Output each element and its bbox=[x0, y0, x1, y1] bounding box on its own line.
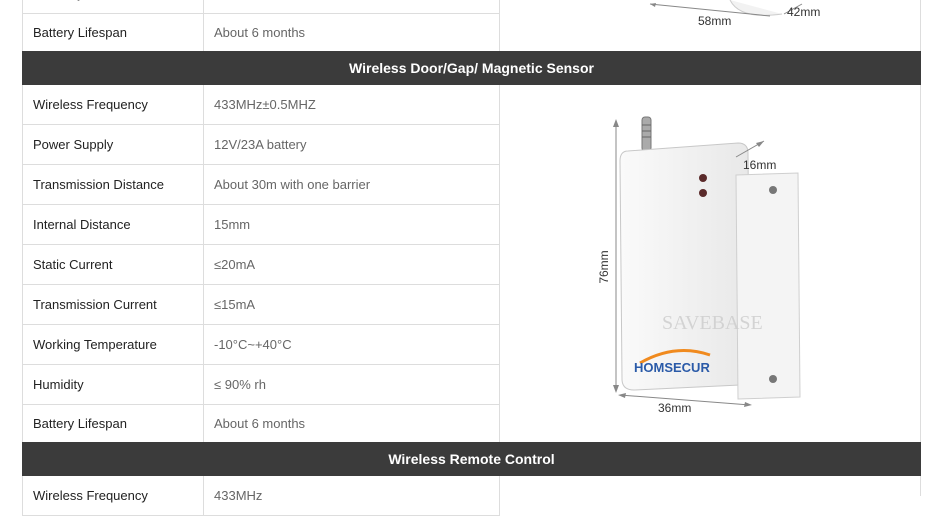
height-dimension-label: 76mm bbox=[597, 250, 611, 283]
spec-label: Battery Lifespan bbox=[33, 25, 127, 40]
door-sensor-image: HOMSECUR SAVEBASE 76mm 36mm 16mm bbox=[597, 116, 801, 415]
spec-label: Power Supply bbox=[33, 137, 114, 152]
spec-row: Wireless Frequency 433MHz±0.5MHZ bbox=[22, 85, 500, 125]
led-icon bbox=[699, 174, 707, 182]
cell-divider bbox=[203, 125, 204, 164]
product-image-cell: HOMSECUR SAVEBASE 76mm 36mm 16mm bbox=[500, 85, 921, 442]
spec-row: Internal Distance 15mm bbox=[22, 205, 500, 245]
spec-value: ≤20mA bbox=[214, 257, 256, 272]
led-icon bbox=[699, 189, 707, 197]
spec-value: ≤ 90% rh bbox=[214, 0, 266, 13]
spec-row: Wireless Frequency 433MHz bbox=[22, 476, 500, 516]
spec-row: Battery Lifespan About 6 months bbox=[22, 13, 500, 53]
cell-divider bbox=[203, 13, 204, 52]
brand-logo: HOMSECUR bbox=[634, 360, 710, 375]
thickness-dimension-label: 16mm bbox=[743, 158, 776, 172]
spec-row: Battery Lifespan About 6 months bbox=[22, 404, 500, 444]
product-image-cell bbox=[500, 476, 921, 496]
spec-label: Battery Lifespan bbox=[33, 416, 127, 431]
cell-divider bbox=[203, 0, 204, 13]
product-image-cell: 58mm 42mm bbox=[500, 0, 921, 51]
spec-label: Humidity bbox=[33, 0, 203, 13]
cell-divider bbox=[203, 365, 204, 404]
screw-icon bbox=[769, 186, 777, 194]
previous-product-image: 58mm 42mm bbox=[649, 0, 820, 28]
spec-row: Static Current ≤20mA bbox=[22, 245, 500, 285]
spec-label: Static Current bbox=[33, 257, 113, 272]
spec-value: 15mm bbox=[214, 217, 251, 232]
cell-divider bbox=[203, 165, 204, 204]
spec-value: About 30m with one barrier bbox=[214, 177, 371, 192]
section-header: Wireless Remote Control bbox=[22, 442, 921, 476]
cell-divider bbox=[203, 205, 204, 244]
spec-value: 12V/23A battery bbox=[214, 137, 307, 152]
cell-divider bbox=[203, 85, 204, 124]
spec-value: 433MHz±0.5MHZ bbox=[214, 97, 316, 112]
width-dimension-label: 58mm bbox=[698, 14, 731, 28]
spec-label: Transmission Distance bbox=[33, 177, 165, 192]
transmitter-body bbox=[619, 142, 751, 391]
spec-row: Humidity ≤ 90% rh bbox=[22, 365, 500, 405]
spec-row: Transmission Current ≤15mA bbox=[22, 285, 500, 325]
spec-row: Working Temperature -10°C~+40°C bbox=[22, 325, 500, 365]
screw-icon bbox=[769, 375, 777, 383]
spec-row: Humidity ≤ 90% rh bbox=[22, 0, 500, 14]
spec-label: Internal Distance bbox=[33, 217, 131, 232]
spec-value: ≤ 90% rh bbox=[214, 377, 266, 392]
magnet-body bbox=[735, 172, 801, 400]
spec-value: -10°C~+40°C bbox=[214, 337, 292, 352]
cell-divider bbox=[203, 325, 204, 364]
watermark: SAVEBASE bbox=[662, 312, 763, 334]
spec-label: Wireless Frequency bbox=[33, 97, 148, 112]
spec-row: Transmission Distance About 30m with one… bbox=[22, 165, 500, 205]
spec-sheet: Humidity ≤ 90% rh Battery Lifespan About… bbox=[22, 0, 921, 516]
cell-divider bbox=[203, 404, 204, 443]
antenna-icon bbox=[641, 116, 652, 152]
section-header: Wireless Door/Gap/ Magnetic Sensor bbox=[22, 51, 921, 85]
depth-dimension-label: 42mm bbox=[787, 5, 820, 19]
spec-label: Transmission Current bbox=[33, 297, 157, 312]
spec-label: Working Temperature bbox=[33, 337, 157, 352]
cell-divider bbox=[203, 285, 204, 324]
width-dimension-label: 36mm bbox=[658, 401, 691, 415]
spec-value: About 6 months bbox=[214, 25, 306, 40]
cell-divider bbox=[203, 245, 204, 284]
spec-value: About 6 months bbox=[214, 416, 306, 431]
spec-label: Humidity bbox=[33, 377, 84, 392]
spec-row: Power Supply 12V/23A battery bbox=[22, 125, 500, 165]
spec-value: ≤15mA bbox=[214, 297, 256, 312]
